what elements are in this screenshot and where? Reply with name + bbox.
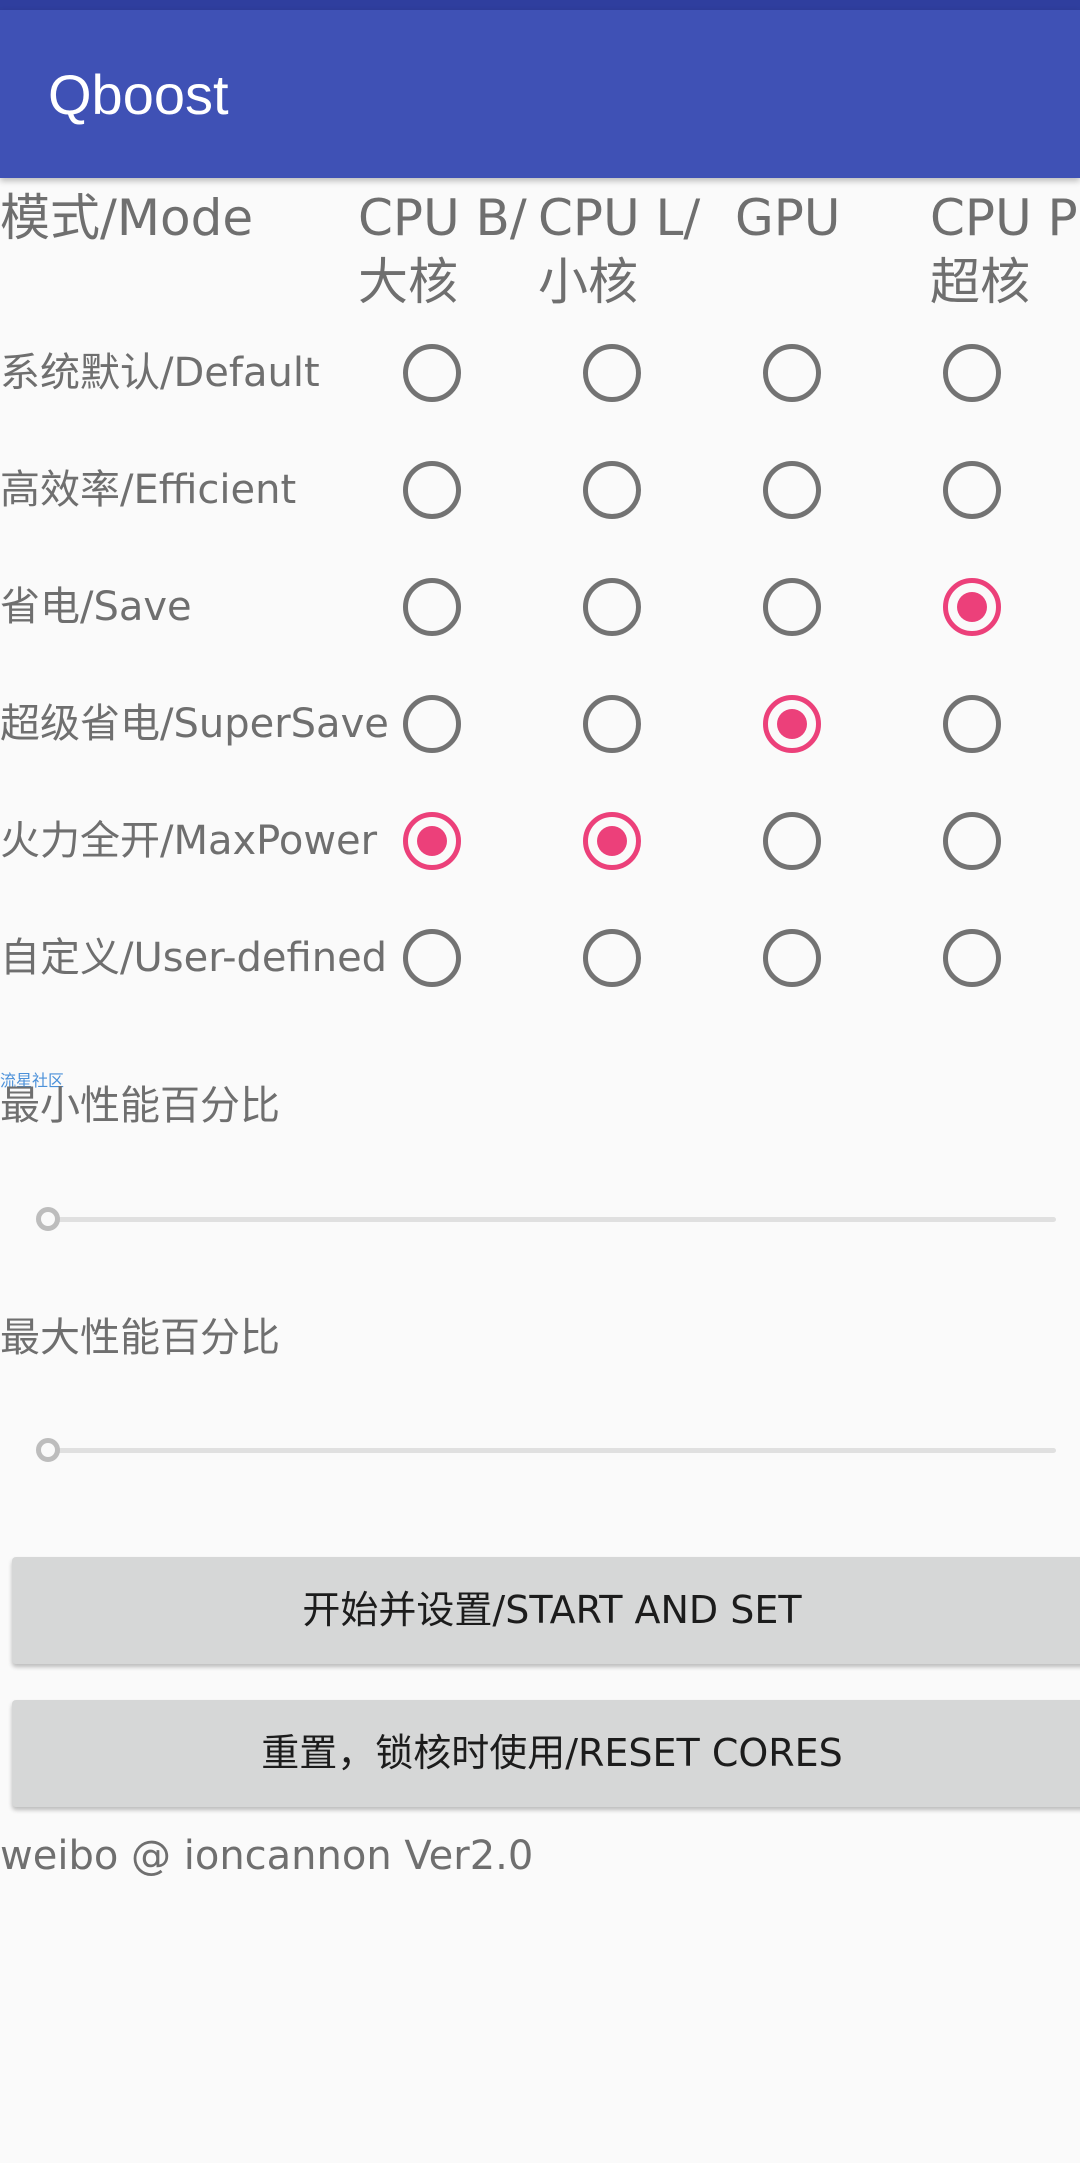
header-cpu-big-line1: CPU B/ [358,189,527,247]
radio-default-cpu-big[interactable] [403,344,461,402]
min-performance-track[interactable] [48,1217,1056,1222]
mode-row-efficient: 高效率/Efficient [0,432,1080,549]
header-gpu: GPU [735,189,841,247]
radio-efficient-gpu[interactable] [763,461,821,519]
mode-label: 自定义/User-defined [0,935,388,981]
mode-row-default: 系统默认/Default [0,315,1080,432]
max-performance-thumb[interactable] [36,1438,60,1462]
mode-row-user-defined: 自定义/User-defined [0,900,1080,1017]
radio-supersave-cpu-little[interactable] [583,695,641,753]
radio-user-defined-cpu-prime[interactable] [943,929,1001,987]
radio-maxpower-cpu-little[interactable] [583,812,641,870]
mode-label: 省电/Save [0,584,192,630]
min-performance-label: 最小性能百分比 [0,1083,280,1129]
max-performance-label: 最大性能百分比 [0,1315,280,1361]
footer-credit: weibo @ ioncannon Ver2.0 [0,1833,534,1879]
radio-user-defined-gpu[interactable] [763,929,821,987]
mode-label: 系统默认/Default [0,350,320,396]
header-mode: 模式/Mode [0,189,254,247]
radio-maxpower-gpu[interactable] [763,812,821,870]
radio-supersave-cpu-prime[interactable] [943,695,1001,753]
app-title: Qboost [48,63,229,126]
radio-user-defined-cpu-big[interactable] [403,929,461,987]
radio-save-cpu-prime[interactable] [943,578,1001,636]
radio-save-cpu-big[interactable] [403,578,461,636]
radio-save-gpu[interactable] [763,578,821,636]
status-bar [0,0,1080,10]
radio-maxpower-cpu-big[interactable] [403,812,461,870]
mode-label: 超级省电/SuperSave [0,701,389,747]
mode-row-maxpower: 火力全开/MaxPower [0,783,1080,900]
radio-default-cpu-little[interactable] [583,344,641,402]
radio-default-gpu[interactable] [763,344,821,402]
mode-row-supersave: 超级省电/SuperSave [0,666,1080,783]
radio-efficient-cpu-little[interactable] [583,461,641,519]
header-cpu-prime-line1: CPU P [930,189,1078,247]
radio-save-cpu-little[interactable] [583,578,641,636]
radio-efficient-cpu-big[interactable] [403,461,461,519]
mode-label: 高效率/Efficient [0,467,297,513]
header-cpu-little-line1: CPU L/ [538,189,701,247]
reset-cores-button[interactable]: 重置，锁核时使用/RESET CORES [12,1700,1080,1807]
mode-row-save: 省电/Save [0,549,1080,666]
radio-maxpower-cpu-prime[interactable] [943,812,1001,870]
header-cpu-big: CPU B/ 大核 [358,186,527,314]
start-and-set-button[interactable]: 开始并设置/START AND SET [12,1557,1080,1664]
max-performance-track[interactable] [48,1448,1056,1453]
radio-supersave-cpu-big[interactable] [403,695,461,753]
radio-supersave-gpu[interactable] [763,695,821,753]
header-cpu-prime: CPU P 超核 [930,186,1078,314]
header-cpu-prime-line2: 超核 [930,253,1030,311]
min-performance-thumb[interactable] [36,1207,60,1231]
mode-label: 火力全开/MaxPower [0,818,378,864]
radio-user-defined-cpu-little[interactable] [583,929,641,987]
header-cpu-little-line2: 小核 [538,253,638,311]
screen: Qboost 模式/Mode CPU B/ 大核 CPU L/ 小核 GPU C… [0,0,1080,2163]
app-bar: Qboost [0,10,1080,178]
radio-default-cpu-prime[interactable] [943,344,1001,402]
header-cpu-little: CPU L/ 小核 [538,186,700,314]
header-cpu-big-line2: 大核 [358,253,458,311]
radio-efficient-cpu-prime[interactable] [943,461,1001,519]
